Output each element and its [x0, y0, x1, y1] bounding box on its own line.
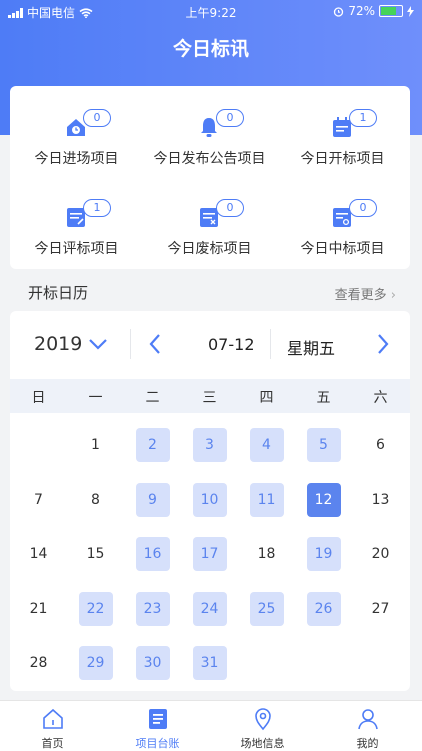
tab-label: 项目台账 — [135, 737, 180, 750]
calendar-day[interactable]: 6 — [364, 428, 398, 462]
stat-winning-projects[interactable]: 0 今日中标项目 — [276, 176, 409, 266]
view-more-label: 查看更多 — [334, 288, 387, 303]
weekday-header: 四 — [259, 390, 274, 406]
calendar-day[interactable]: 25 — [249, 591, 284, 626]
next-day-button[interactable] — [376, 333, 390, 355]
selected-weekday: 星期五 — [287, 339, 336, 358]
calendar-day[interactable]: 1 — [79, 428, 113, 462]
calendar-day[interactable]: 28 — [22, 646, 56, 680]
status-bar: 中国电信 上午9:22 72% — [0, 0, 422, 22]
tab-label: 首页 — [41, 737, 64, 750]
chevron-right-icon: › — [390, 288, 396, 303]
calendar-day[interactable]: 30 — [135, 646, 170, 680]
calendar-day[interactable]: 3 — [192, 428, 227, 462]
bottom-tab-bar: 首页 项目台账 场地信息 我的 — [0, 700, 422, 751]
calendar-day[interactable]: 11 — [249, 482, 284, 517]
location-pin-icon — [255, 708, 271, 731]
weekday-header: 六 — [373, 390, 388, 406]
page-title: 今日标讯 — [172, 38, 249, 60]
stat-evaluation-projects[interactable]: 1 今日评标项目 — [10, 176, 143, 266]
stat-entry-projects[interactable]: 0 今日进场项目 — [10, 86, 143, 176]
prev-day-button[interactable] — [148, 333, 162, 355]
stat-badge: 0 — [216, 109, 244, 127]
tab-home[interactable]: 首页 — [0, 701, 105, 751]
home-icon — [43, 708, 63, 729]
weekday-header: 日 — [31, 390, 46, 406]
calendar-day[interactable]: 17 — [192, 537, 227, 571]
stat-void-projects[interactable]: 0 今日废标项目 — [143, 176, 276, 266]
chevron-down-icon[interactable] — [88, 337, 108, 351]
charging-icon — [407, 5, 414, 17]
user-icon — [358, 709, 378, 730]
ledger-icon — [149, 709, 167, 729]
calendar-day[interactable]: 5 — [306, 428, 341, 462]
week-header: 日 一 二 三 四 五 六 — [10, 379, 410, 413]
stat-label: 今日发布公告项目 — [153, 151, 266, 167]
tab-project-ledger[interactable]: 项目台账 — [105, 701, 210, 751]
stat-label: 今日开标项目 — [300, 151, 385, 167]
calendar-day[interactable]: 19 — [306, 537, 341, 571]
stat-badge: 1 — [349, 109, 377, 127]
calendar-day[interactable]: 18 — [250, 537, 284, 571]
alarm-icon — [334, 6, 344, 17]
calendar-day[interactable]: 23 — [135, 591, 170, 626]
calendar-day[interactable]: 26 — [306, 591, 341, 626]
stat-badge: 1 — [83, 199, 111, 217]
calendar-day[interactable]: 14 — [22, 537, 56, 571]
calendar-day[interactable]: 8 — [79, 483, 113, 517]
stat-label: 今日中标项目 — [300, 241, 385, 257]
calendar-section-header: 开标日历 查看更多 › — [0, 279, 422, 305]
stat-label: 今日废标项目 — [167, 241, 252, 257]
tab-venue-info[interactable]: 场地信息 — [210, 701, 315, 751]
stats-card: 0 今日进场项目 0 今日发布公告项目 1 今日开标项目 1 今日评标项目 0 … — [10, 86, 410, 269]
stat-badge: 0 — [216, 199, 244, 217]
bid-calendar: 2019 07-12 星期五 日 一 二 三 四 五 六 1 2 3 4 5 6 7 8 9 10… — [10, 311, 410, 691]
weekday-header: 一 — [88, 390, 103, 406]
weekday-header: 二 — [145, 390, 160, 406]
calendar-day[interactable]: 22 — [78, 591, 113, 626]
battery-percent: 72% — [348, 4, 375, 18]
tab-mine[interactable]: 我的 — [315, 701, 420, 751]
battery-icon — [379, 5, 403, 17]
calendar-day[interactable]: 20 — [364, 537, 398, 571]
calendar-day[interactable]: 31 — [192, 646, 227, 680]
stat-label: 今日进场项目 — [34, 151, 119, 167]
weekday-header: 三 — [202, 390, 217, 406]
calendar-day[interactable]: 29 — [78, 646, 113, 680]
divider — [130, 329, 131, 359]
divider — [270, 329, 271, 359]
calendar-day[interactable]: 4 — [249, 428, 284, 462]
calendar-day[interactable]: 7 — [22, 483, 56, 517]
stat-announcement-projects[interactable]: 0 今日发布公告项目 — [143, 86, 276, 176]
calendar-day[interactable]: 2 — [135, 428, 170, 462]
calendar-day[interactable]: 21 — [22, 592, 56, 626]
calendar-day[interactable]: 13 — [364, 483, 398, 517]
year-selector[interactable]: 2019 — [34, 333, 82, 355]
view-more-link[interactable]: 查看更多 › — [335, 284, 396, 303]
stat-opening-projects[interactable]: 1 今日开标项目 — [276, 86, 409, 176]
selected-date: 07-12 — [208, 335, 255, 354]
tab-label: 我的 — [356, 737, 379, 750]
tab-label: 场地信息 — [240, 737, 285, 750]
section-title: 开标日历 — [28, 284, 89, 302]
calendar-day[interactable]: 16 — [135, 537, 170, 571]
calendar-day[interactable]: 27 — [364, 592, 398, 626]
stat-label: 今日评标项目 — [34, 241, 119, 257]
calendar-day[interactable]: 10 — [192, 482, 227, 517]
calendar-day[interactable]: 9 — [135, 482, 170, 517]
calendar-day-selected[interactable]: 12 — [306, 482, 341, 517]
calendar-day[interactable]: 15 — [79, 537, 113, 571]
stat-badge: 0 — [349, 199, 377, 217]
weekday-header: 五 — [316, 390, 331, 406]
calendar-day[interactable]: 24 — [192, 591, 227, 626]
stat-badge: 0 — [83, 109, 111, 127]
